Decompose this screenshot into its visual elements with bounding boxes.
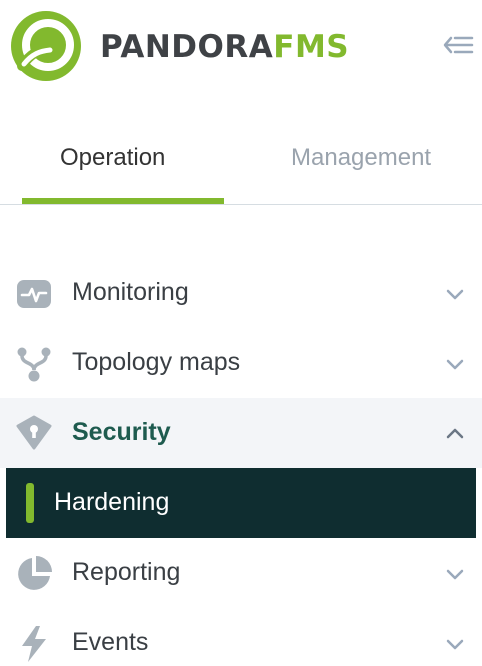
collapse-sidebar-icon[interactable] [442, 28, 476, 62]
sidebar-subitem-label: Hardening [54, 488, 170, 516]
sidebar-item-topology-maps[interactable]: Topology maps [0, 328, 482, 398]
chevron-down-icon [446, 639, 464, 650]
sidebar-item-security[interactable]: Security [0, 398, 482, 468]
sidebar: PANDORA FMS Operation Management Monitori… [0, 0, 482, 666]
tab-management[interactable]: Management [291, 144, 431, 172]
chevron-down-icon [446, 289, 464, 300]
tabs-divider [0, 204, 482, 205]
chevron-up-icon [446, 428, 464, 439]
chevron-down-icon [446, 569, 464, 580]
sidebar-item-label: Monitoring [72, 278, 189, 306]
sidebar-item-label: Events [72, 628, 149, 656]
sidebar-subitem-hardening[interactable]: Hardening [6, 468, 476, 538]
shield-icon [16, 415, 52, 450]
sidebar-item-events[interactable]: Events [0, 608, 482, 666]
active-item-indicator [26, 483, 34, 523]
lightning-icon [22, 626, 46, 662]
sidebar-item-label: Topology maps [72, 348, 241, 376]
sidebar-item-label: Reporting [72, 558, 181, 586]
pie-chart-icon [18, 556, 52, 590]
topology-icon [17, 347, 51, 382]
brand-name-accent: FMS [273, 29, 350, 65]
sidebar-header: PANDORA FMS [0, 0, 482, 100]
sidebar-tabs: Operation Management [0, 128, 482, 208]
sidebar-item-monitoring[interactable]: Monitoring [0, 258, 482, 328]
tab-operation[interactable]: Operation [60, 144, 165, 172]
brand-name: PANDORA [100, 29, 274, 65]
sidebar-item-reporting[interactable]: Reporting [0, 538, 482, 608]
pandora-logo-icon[interactable] [10, 10, 82, 82]
brand-wordmark: PANDORA FMS [100, 22, 349, 72]
sidebar-item-label: Security [72, 418, 171, 446]
chevron-down-icon [446, 359, 464, 370]
monitoring-icon [17, 280, 51, 308]
sidebar-menu: Monitoring Topology maps Security Harden… [0, 258, 482, 666]
